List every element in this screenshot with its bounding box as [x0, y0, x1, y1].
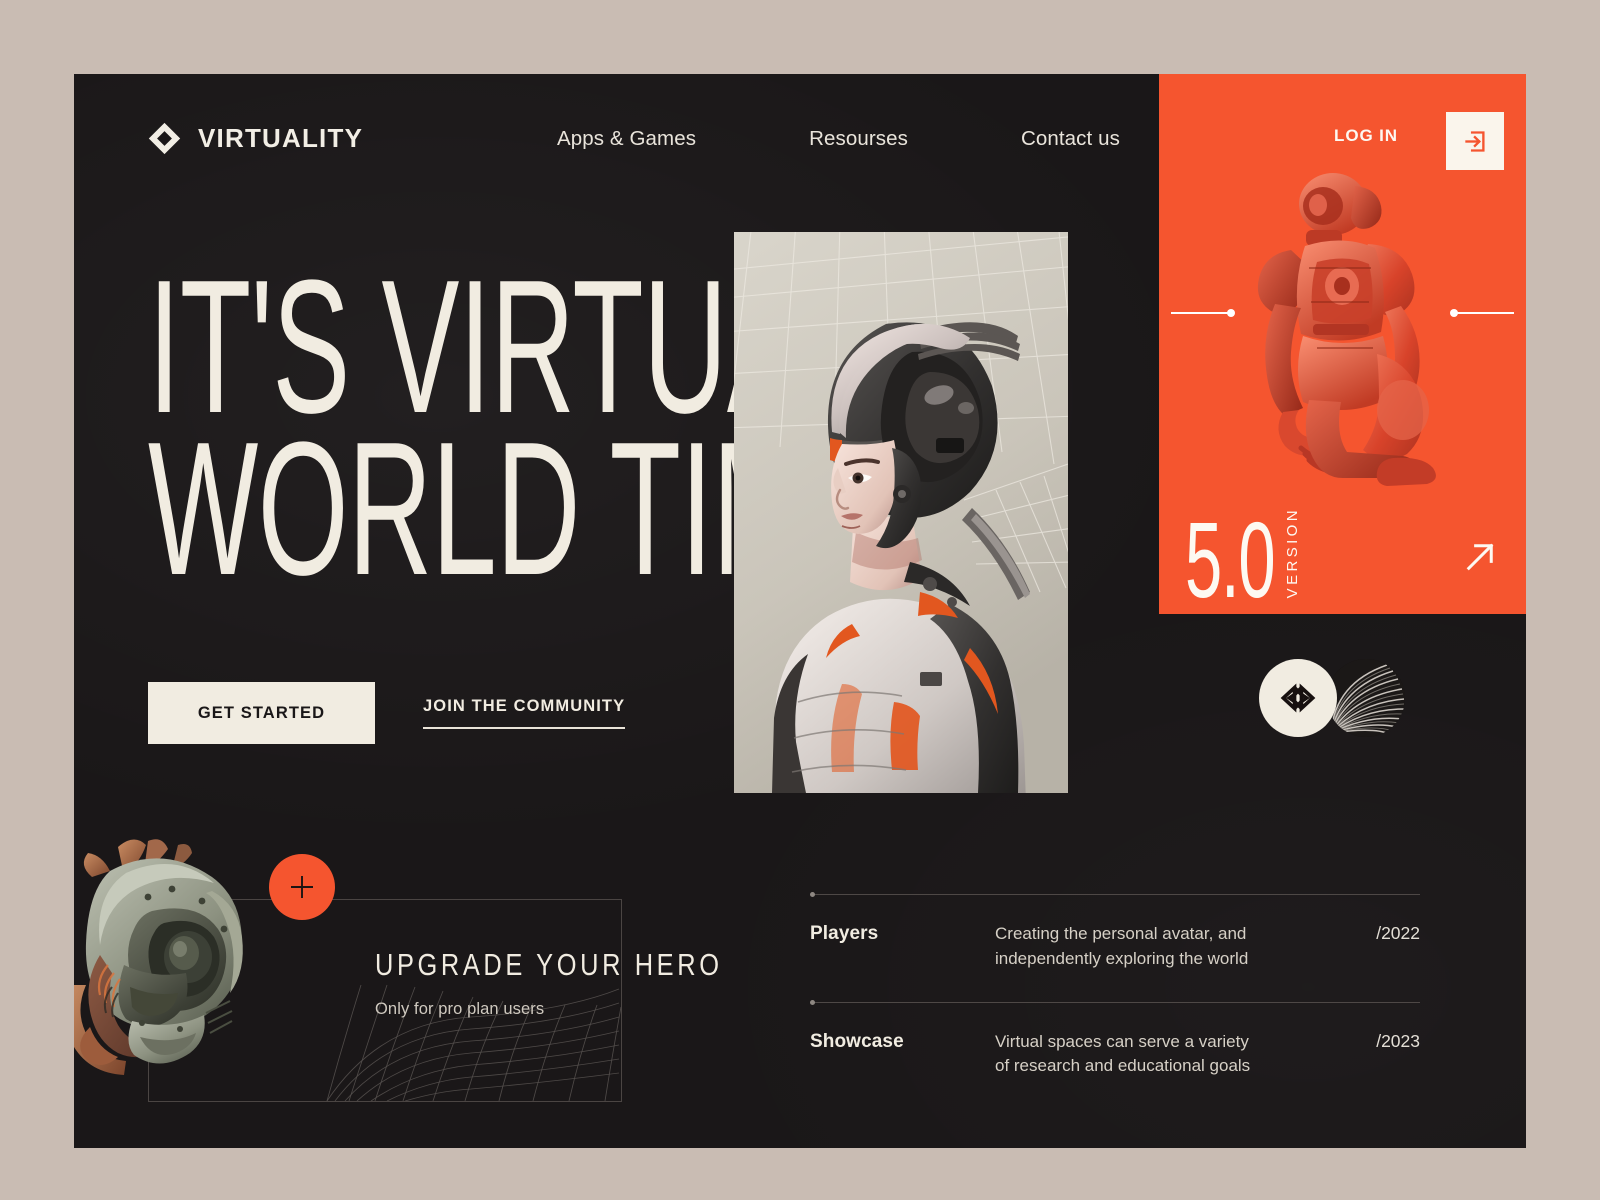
nav-item-apps-games[interactable]: Apps & Games: [557, 127, 696, 151]
site-panel: VIRTUALITY Apps & Games Resourses Contac…: [74, 74, 1526, 1148]
upgrade-text-block: UPGRADE YOUR HERO Only for pro plan user…: [375, 947, 799, 1019]
hero-image: [734, 232, 1068, 793]
brand-logo[interactable]: VIRTUALITY: [148, 122, 363, 155]
feature-description: Virtual spaces can serve a variety of re…: [995, 1031, 1251, 1076]
site-header: VIRTUALITY Apps & Games Resourses Contac…: [74, 74, 1526, 204]
main-nav: Apps & Games Resourses Contact us: [557, 127, 1120, 151]
upgrade-title: UPGRADE YOUR HERO: [375, 947, 723, 982]
version-label: VERSION: [1284, 506, 1302, 598]
arrow-up-right-icon: [1466, 543, 1494, 571]
nav-item-resourses[interactable]: Resourses: [809, 127, 908, 151]
upgrade-subtitle: Only for pro plan users: [375, 1000, 545, 1018]
nav-item-contact-us[interactable]: Contact us: [1021, 127, 1120, 151]
feature-row-showcase[interactable]: Showcase Virtual spaces can serve a vari…: [810, 999, 1420, 1110]
promo-robot-image: [1257, 173, 1436, 486]
fan-badge: [1327, 659, 1405, 737]
join-community-link[interactable]: JOIN THE COMMUNITY: [423, 697, 626, 729]
cyborg-woman-illustration: [734, 232, 1068, 793]
knot-logo-badge[interactable]: [1259, 659, 1337, 737]
feature-year: /2023: [1376, 1030, 1420, 1051]
upgrade-hero-card[interactable]: UPGRADE YOUR HERO Only for pro plan user…: [74, 839, 719, 1102]
row-divider: [810, 892, 1420, 897]
page-stage: VIRTUALITY Apps & Games Resourses Contac…: [0, 0, 1600, 1200]
row-divider: [810, 999, 1420, 1005]
plus-icon: [291, 876, 313, 898]
radial-fan-pattern-icon: [1327, 659, 1405, 737]
feature-list: Players Creating the personal avatar, an…: [810, 892, 1420, 1110]
diamond-logo-icon: [148, 122, 181, 155]
get-started-button[interactable]: GET STARTED: [148, 682, 375, 744]
version-number: 5.0: [1185, 498, 1276, 614]
promo-marker-right: [1450, 309, 1514, 317]
feature-name: Showcase: [810, 1030, 904, 1052]
version-badge: 5.0 VERSION: [1185, 498, 1302, 614]
interlocking-knot-logo-icon: [1280, 683, 1316, 713]
feature-description: Creating the personal avatar, and indepe…: [995, 924, 1249, 968]
brand-name: VIRTUALITY: [198, 123, 364, 153]
feature-row-players[interactable]: Players Creating the personal avatar, an…: [810, 892, 1420, 1002]
feature-name: Players: [810, 923, 879, 944]
feature-year: /2022: [1376, 923, 1420, 943]
hero-cta-row: GET STARTED JOIN THE COMMUNITY: [148, 682, 626, 744]
promo-arrow-button[interactable]: [1460, 537, 1500, 582]
promo-marker-left: [1171, 309, 1235, 317]
mecha-robot-head-image: [74, 839, 243, 1075]
